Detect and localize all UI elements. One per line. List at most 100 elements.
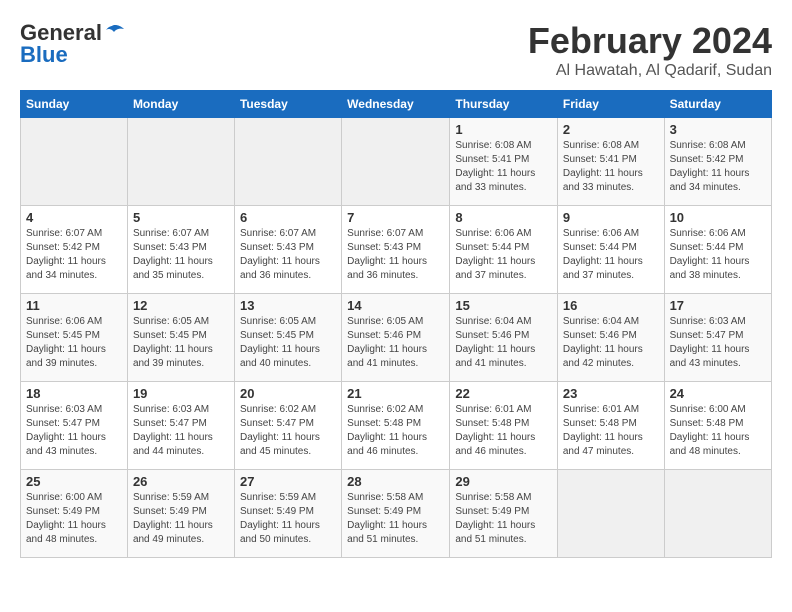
day-info: Sunrise: 6:08 AM Sunset: 5:41 PM Dayligh…: [455, 139, 552, 195]
day-number: 27: [240, 474, 336, 489]
day-number: 14: [347, 298, 444, 313]
day-number: 9: [563, 210, 659, 225]
weekday-header-row: SundayMondayTuesdayWednesdayThursdayFrid…: [21, 91, 772, 118]
day-info: Sunrise: 6:08 AM Sunset: 5:42 PM Dayligh…: [670, 139, 766, 195]
day-number: 18: [26, 386, 122, 401]
day-number: 1: [455, 122, 552, 137]
day-number: 15: [455, 298, 552, 313]
location-title: Al Hawatah, Al Qadarif, Sudan: [528, 62, 772, 80]
calendar-cell: [664, 470, 771, 558]
logo: General Blue: [20, 20, 126, 68]
calendar-title-area: February 2024 Al Hawatah, Al Qadarif, Su…: [528, 20, 772, 80]
day-number: 28: [347, 474, 444, 489]
calendar-cell: 26Sunrise: 5:59 AM Sunset: 5:49 PM Dayli…: [127, 470, 234, 558]
day-info: Sunrise: 6:05 AM Sunset: 5:46 PM Dayligh…: [347, 315, 444, 371]
day-info: Sunrise: 6:06 AM Sunset: 5:45 PM Dayligh…: [26, 315, 122, 371]
calendar-cell: 2Sunrise: 6:08 AM Sunset: 5:41 PM Daylig…: [557, 118, 664, 206]
day-number: 24: [670, 386, 766, 401]
calendar-cell: 17 Sunrise: 6:03 AM Sunset: 5:47 PM Dayli…: [664, 294, 771, 382]
calendar-cell: 3Sunrise: 6:08 AM Sunset: 5:42 PM Daylig…: [664, 118, 771, 206]
day-info: Sunrise: 6:07 AM Sunset: 5:43 PM Dayligh…: [133, 227, 229, 283]
day-info: Sunrise: 6:00 AM Sunset: 5:49 PM Dayligh…: [26, 491, 122, 547]
day-number: 16: [563, 298, 659, 313]
day-number: 22: [455, 386, 552, 401]
day-number: 7: [347, 210, 444, 225]
day-info: Sunrise: 6:01 AM Sunset: 5:48 PM Dayligh…: [455, 403, 552, 459]
day-info: Sunrise: 6:08 AM Sunset: 5:41 PM Dayligh…: [563, 139, 659, 195]
day-info: Sunrise: 6:01 AM Sunset: 5:48 PM Dayligh…: [563, 403, 659, 459]
calendar-cell: 9 Sunrise: 6:06 AM Sunset: 5:44 PM Daylig…: [557, 206, 664, 294]
calendar-cell: 19 Sunrise: 6:03 AM Sunset: 5:47 PM Dayli…: [127, 382, 234, 470]
day-number: 12: [133, 298, 229, 313]
day-number: 19: [133, 386, 229, 401]
calendar-cell: 5 Sunrise: 6:07 AM Sunset: 5:43 PM Daylig…: [127, 206, 234, 294]
day-info: Sunrise: 6:06 AM Sunset: 5:44 PM Dayligh…: [670, 227, 766, 283]
day-number: 8: [455, 210, 552, 225]
calendar-cell: [127, 118, 234, 206]
day-number: 23: [563, 386, 659, 401]
day-number: 17: [670, 298, 766, 313]
calendar-cell: [557, 470, 664, 558]
calendar-cell: 20 Sunrise: 6:02 AM Sunset: 5:47 PM Dayli…: [234, 382, 341, 470]
day-info: Sunrise: 6:05 AM Sunset: 5:45 PM Dayligh…: [240, 315, 336, 371]
calendar-week-row: 18 Sunrise: 6:03 AM Sunset: 5:47 PM Dayli…: [21, 382, 772, 470]
calendar-table: SundayMondayTuesdayWednesdayThursdayFrid…: [20, 90, 772, 558]
logo-blue: Blue: [20, 42, 68, 68]
day-number: 4: [26, 210, 122, 225]
calendar-cell: 16 Sunrise: 6:04 AM Sunset: 5:46 PM Dayli…: [557, 294, 664, 382]
calendar-cell: 4 Sunrise: 6:07 AM Sunset: 5:42 PM Daylig…: [21, 206, 128, 294]
day-number: 5: [133, 210, 229, 225]
day-info: Sunrise: 5:59 AM Sunset: 5:49 PM Dayligh…: [240, 491, 336, 547]
day-info: Sunrise: 6:07 AM Sunset: 5:42 PM Dayligh…: [26, 227, 122, 283]
calendar-cell: 18 Sunrise: 6:03 AM Sunset: 5:47 PM Dayli…: [21, 382, 128, 470]
calendar-cell: 28 Sunrise: 5:58 AM Sunset: 5:49 PM Dayli…: [342, 470, 450, 558]
logo-bird-icon: [104, 24, 126, 42]
calendar-cell: 10 Sunrise: 6:06 AM Sunset: 5:44 PM Dayli…: [664, 206, 771, 294]
day-info: Sunrise: 6:02 AM Sunset: 5:48 PM Dayligh…: [347, 403, 444, 459]
weekday-header-tuesday: Tuesday: [234, 91, 341, 118]
day-info: Sunrise: 6:04 AM Sunset: 5:46 PM Dayligh…: [455, 315, 552, 371]
calendar-cell: 24Sunrise: 6:00 AM Sunset: 5:48 PM Dayli…: [664, 382, 771, 470]
calendar-cell: 6 Sunrise: 6:07 AM Sunset: 5:43 PM Daylig…: [234, 206, 341, 294]
day-number: 21: [347, 386, 444, 401]
day-number: 6: [240, 210, 336, 225]
day-info: Sunrise: 6:03 AM Sunset: 5:47 PM Dayligh…: [26, 403, 122, 459]
weekday-header-thursday: Thursday: [450, 91, 558, 118]
calendar-cell: 25Sunrise: 6:00 AM Sunset: 5:49 PM Dayli…: [21, 470, 128, 558]
weekday-header-saturday: Saturday: [664, 91, 771, 118]
day-info: Sunrise: 5:58 AM Sunset: 5:49 PM Dayligh…: [347, 491, 444, 547]
calendar-cell: 23 Sunrise: 6:01 AM Sunset: 5:48 PM Dayli…: [557, 382, 664, 470]
day-info: Sunrise: 6:06 AM Sunset: 5:44 PM Dayligh…: [563, 227, 659, 283]
day-info: Sunrise: 6:03 AM Sunset: 5:47 PM Dayligh…: [133, 403, 229, 459]
day-info: Sunrise: 6:05 AM Sunset: 5:45 PM Dayligh…: [133, 315, 229, 371]
calendar-cell: 22 Sunrise: 6:01 AM Sunset: 5:48 PM Dayli…: [450, 382, 558, 470]
calendar-cell: 12 Sunrise: 6:05 AM Sunset: 5:45 PM Dayli…: [127, 294, 234, 382]
calendar-week-row: 4 Sunrise: 6:07 AM Sunset: 5:42 PM Daylig…: [21, 206, 772, 294]
day-number: 20: [240, 386, 336, 401]
calendar-cell: 13Sunrise: 6:05 AM Sunset: 5:45 PM Dayli…: [234, 294, 341, 382]
calendar-cell: 15 Sunrise: 6:04 AM Sunset: 5:46 PM Dayli…: [450, 294, 558, 382]
day-info: Sunrise: 6:06 AM Sunset: 5:44 PM Dayligh…: [455, 227, 552, 283]
day-info: Sunrise: 6:07 AM Sunset: 5:43 PM Dayligh…: [347, 227, 444, 283]
day-info: Sunrise: 6:04 AM Sunset: 5:46 PM Dayligh…: [563, 315, 659, 371]
calendar-cell: [21, 118, 128, 206]
day-number: 10: [670, 210, 766, 225]
calendar-week-row: 25Sunrise: 6:00 AM Sunset: 5:49 PM Dayli…: [21, 470, 772, 558]
day-number: 26: [133, 474, 229, 489]
calendar-cell: [234, 118, 341, 206]
calendar-cell: 7 Sunrise: 6:07 AM Sunset: 5:43 PM Daylig…: [342, 206, 450, 294]
calendar-cell: [342, 118, 450, 206]
weekday-header-monday: Monday: [127, 91, 234, 118]
calendar-cell: 14 Sunrise: 6:05 AM Sunset: 5:46 PM Dayli…: [342, 294, 450, 382]
day-number: 11: [26, 298, 122, 313]
day-info: Sunrise: 6:07 AM Sunset: 5:43 PM Dayligh…: [240, 227, 336, 283]
month-title: February 2024: [528, 20, 772, 62]
weekday-header-friday: Friday: [557, 91, 664, 118]
page-header: General Blue February 2024 Al Hawatah, A…: [20, 20, 772, 80]
day-info: Sunrise: 6:02 AM Sunset: 5:47 PM Dayligh…: [240, 403, 336, 459]
day-number: 29: [455, 474, 552, 489]
calendar-cell: 29Sunrise: 5:58 AM Sunset: 5:49 PM Dayli…: [450, 470, 558, 558]
calendar-cell: 11 Sunrise: 6:06 AM Sunset: 5:45 PM Dayli…: [21, 294, 128, 382]
weekday-header-wednesday: Wednesday: [342, 91, 450, 118]
day-info: Sunrise: 6:03 AM Sunset: 5:47 PM Dayligh…: [670, 315, 766, 371]
